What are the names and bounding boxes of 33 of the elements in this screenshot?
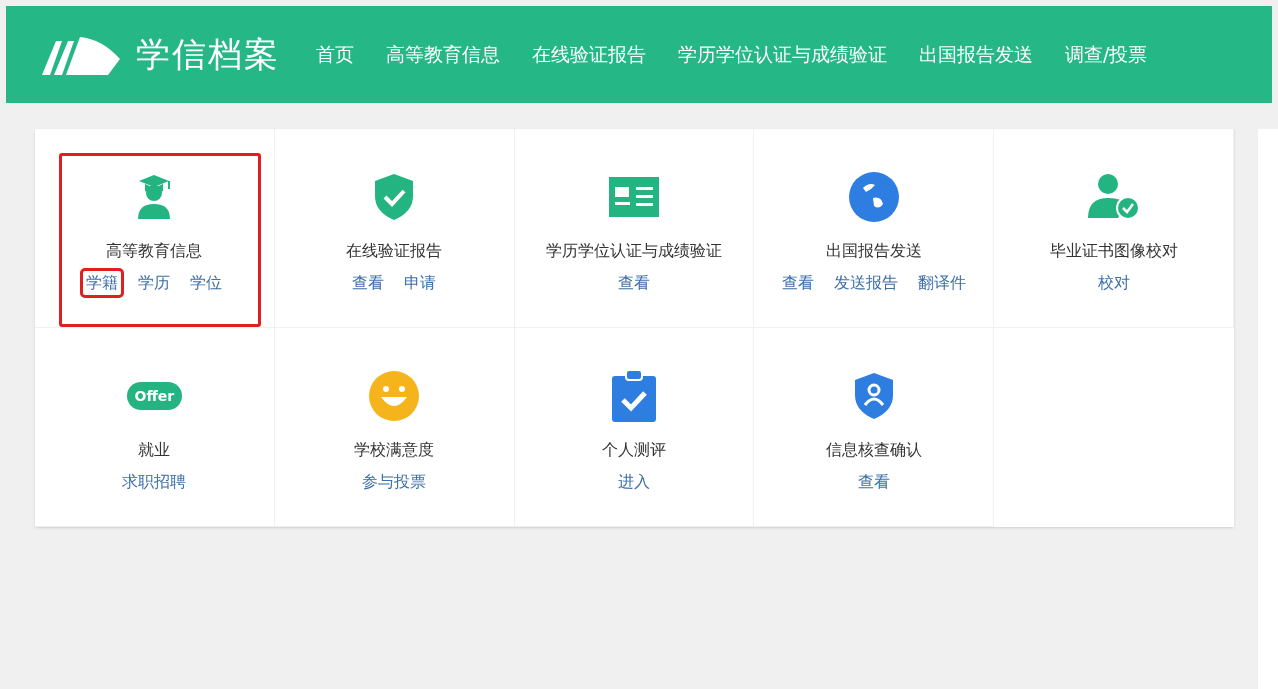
service-link[interactable]: 翻译件: [914, 271, 969, 295]
service-title: 就业: [138, 439, 171, 461]
service-link[interactable]: 申请: [401, 271, 440, 295]
logo-text: 学信档案: [136, 33, 280, 76]
service-link[interactable]: 发送报告: [830, 271, 901, 295]
service-link[interactable]: 查看: [854, 470, 893, 494]
service-title: 学历学位认证与成绩验证: [546, 240, 722, 262]
logo-icon: [42, 34, 122, 75]
shield-user-icon: [852, 371, 895, 421]
service-title: 出国报告发送: [825, 240, 922, 262]
service-link[interactable]: 学位: [187, 271, 226, 295]
service-title: 在线验证报告: [346, 240, 443, 262]
service-link[interactable]: 求职招聘: [119, 470, 190, 494]
smiley-icon: [369, 371, 420, 421]
clipboard-check-icon: [612, 370, 656, 422]
service-title: 毕业证书图像校对: [1049, 240, 1178, 262]
service-link[interactable]: 参与投票: [359, 470, 430, 494]
globe-icon: [848, 172, 899, 222]
user-check-icon: [1087, 174, 1140, 220]
service-title: 个人测评: [602, 439, 666, 461]
service-link[interactable]: 学历: [135, 271, 174, 295]
id-card-icon: [609, 177, 659, 217]
service-link[interactable]: 查看: [615, 271, 653, 295]
offer-badge-icon: Offer: [126, 382, 183, 410]
service-link[interactable]: 查看: [349, 271, 388, 295]
shield-check-icon: [373, 172, 416, 222]
service-title: 高等教育信息: [106, 240, 203, 262]
service-link[interactable]: 进入: [615, 470, 653, 494]
service-link[interactable]: 查看: [778, 271, 817, 295]
service-title: 信息核查确认: [825, 439, 922, 461]
service-link[interactable]: 校对: [1094, 271, 1133, 295]
service-title: 学校满意度: [354, 439, 435, 461]
service-link[interactable]: 学籍: [83, 271, 122, 295]
